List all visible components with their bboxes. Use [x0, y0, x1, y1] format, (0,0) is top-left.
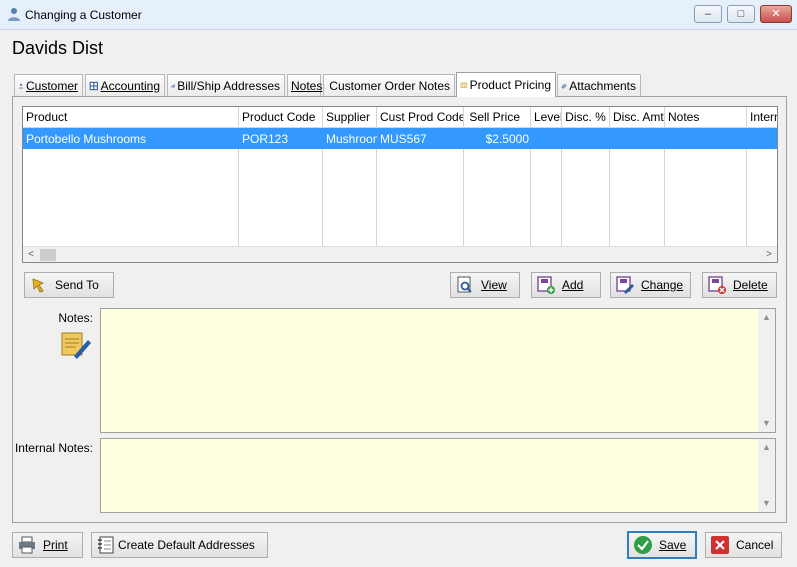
tab-bill-ship-addresses[interactable]: Bill/Ship Addresses	[167, 74, 285, 96]
column-header-level[interactable]: Level	[531, 107, 562, 128]
tab-customer-order-notes[interactable]: Customer Order Notes	[323, 74, 455, 96]
delete-label: Delete	[733, 278, 768, 292]
change-icon	[616, 276, 634, 294]
address-book-icon	[98, 536, 114, 554]
scroll-up-icon[interactable]: ▲	[758, 439, 775, 456]
print-button[interactable]: Print	[12, 532, 83, 558]
view-button[interactable]: View	[450, 272, 520, 298]
accounting-icon	[89, 81, 99, 90]
scroll-left-icon[interactable]: <	[23, 247, 39, 262]
maximize-button[interactable]: □	[727, 5, 755, 23]
cancel-icon	[711, 536, 729, 554]
cell-supplier: Mushroom	[326, 132, 377, 146]
internal-notes-scrollbar[interactable]: ▲ ▼	[758, 439, 775, 512]
window-title: Changing a Customer	[25, 8, 142, 22]
delete-button[interactable]: Delete	[702, 272, 777, 298]
notes-field[interactable]: ▲ ▼	[100, 308, 776, 433]
notes-scrollbar[interactable]: ▲ ▼	[758, 309, 775, 432]
checkmark-icon	[634, 536, 652, 554]
save-label: Save	[659, 538, 687, 552]
tab-label: Notes	[291, 78, 323, 93]
cell-product: Portobello Mushrooms	[26, 132, 147, 146]
address-icon	[171, 83, 175, 88]
add-label: Add	[562, 278, 584, 292]
column-header-supplier[interactable]: Supplier	[323, 107, 377, 128]
send-arrow-icon	[32, 278, 44, 293]
tab-label: Customer Order Notes	[329, 78, 450, 93]
customer-icon	[18, 83, 24, 89]
title-bar[interactable]: Changing a Customer ‒ □ ✕	[0, 0, 797, 30]
scroll-up-icon[interactable]: ▲	[758, 309, 775, 326]
change-label: Change	[641, 278, 684, 292]
page-title: Davids Dist	[12, 38, 104, 58]
view-label: View	[481, 278, 507, 292]
product-pricing-grid[interactable]: Product Product Code Supplier Cust Prod …	[22, 106, 778, 263]
change-button[interactable]: Change	[610, 272, 691, 298]
send-to-button[interactable]: Send To	[24, 272, 114, 298]
internal-notes-field[interactable]: ▲ ▼	[100, 438, 776, 513]
tab-label: Accounting	[100, 78, 160, 93]
create-default-addresses-button[interactable]: Create Default Addresses	[91, 532, 268, 558]
product-pricing-icon	[460, 82, 468, 88]
save-button[interactable]: Save	[627, 531, 697, 559]
column-header-product[interactable]: Product	[23, 107, 239, 128]
notes-label: Notes:	[58, 311, 93, 325]
tab-label: Customer	[25, 78, 78, 93]
scroll-right-icon[interactable]: >	[761, 247, 777, 262]
scroll-down-icon[interactable]: ▼	[758, 415, 775, 432]
cancel-button[interactable]: Cancel	[705, 532, 782, 558]
notes-edit-icon	[61, 332, 91, 359]
view-icon	[457, 276, 472, 293]
column-header-cust-prod-code[interactable]: Cust Prod Code	[377, 107, 464, 128]
customer-icon	[8, 8, 20, 21]
column-header-product-code[interactable]: Product Code	[239, 107, 323, 128]
cell-product-code: POR123	[242, 132, 289, 146]
cancel-label: Cancel	[736, 538, 774, 552]
tab-label: Attachments	[569, 78, 636, 93]
horizontal-scrollbar[interactable]: < >	[23, 246, 777, 262]
cell-cust-prod-code: MUS567	[380, 132, 427, 146]
create-default-addresses-label: Create Default Addresses	[118, 538, 255, 552]
add-button[interactable]: Add	[531, 272, 601, 298]
tab-label: Product Pricing	[469, 78, 551, 92]
scroll-down-icon[interactable]: ▼	[758, 495, 775, 512]
column-header-disc-percent[interactable]: Disc. %	[562, 107, 610, 128]
tab-notes[interactable]: Notes	[287, 74, 323, 96]
paperclip-icon	[561, 83, 567, 88]
printer-icon	[19, 536, 35, 554]
column-header-disc-amt[interactable]: Disc. Amt	[610, 107, 665, 128]
minimize-button[interactable]: ‒	[694, 5, 722, 23]
add-icon	[537, 276, 555, 294]
close-button[interactable]: ✕	[760, 5, 792, 23]
tab-customer[interactable]: Customer	[14, 74, 83, 96]
tab-label: Bill/Ship Addresses	[177, 78, 280, 93]
column-header-sell-price[interactable]: Sell Price	[464, 107, 531, 128]
cell-sell-price: $2.5000	[485, 132, 529, 146]
scrollbar-thumb[interactable]	[40, 249, 56, 261]
tab-attachments[interactable]: Attachments	[557, 74, 641, 96]
tab-accounting[interactable]: Accounting	[85, 74, 165, 96]
internal-notes-label: Internal Notes:	[14, 441, 93, 455]
column-header-internal[interactable]: Intern	[747, 107, 777, 128]
print-label: Print	[43, 538, 68, 552]
tab-product-pricing[interactable]: Product Pricing	[456, 72, 556, 97]
send-to-label: Send To	[55, 278, 99, 292]
column-header-notes[interactable]: Notes	[665, 107, 747, 128]
delete-icon	[708, 276, 726, 294]
